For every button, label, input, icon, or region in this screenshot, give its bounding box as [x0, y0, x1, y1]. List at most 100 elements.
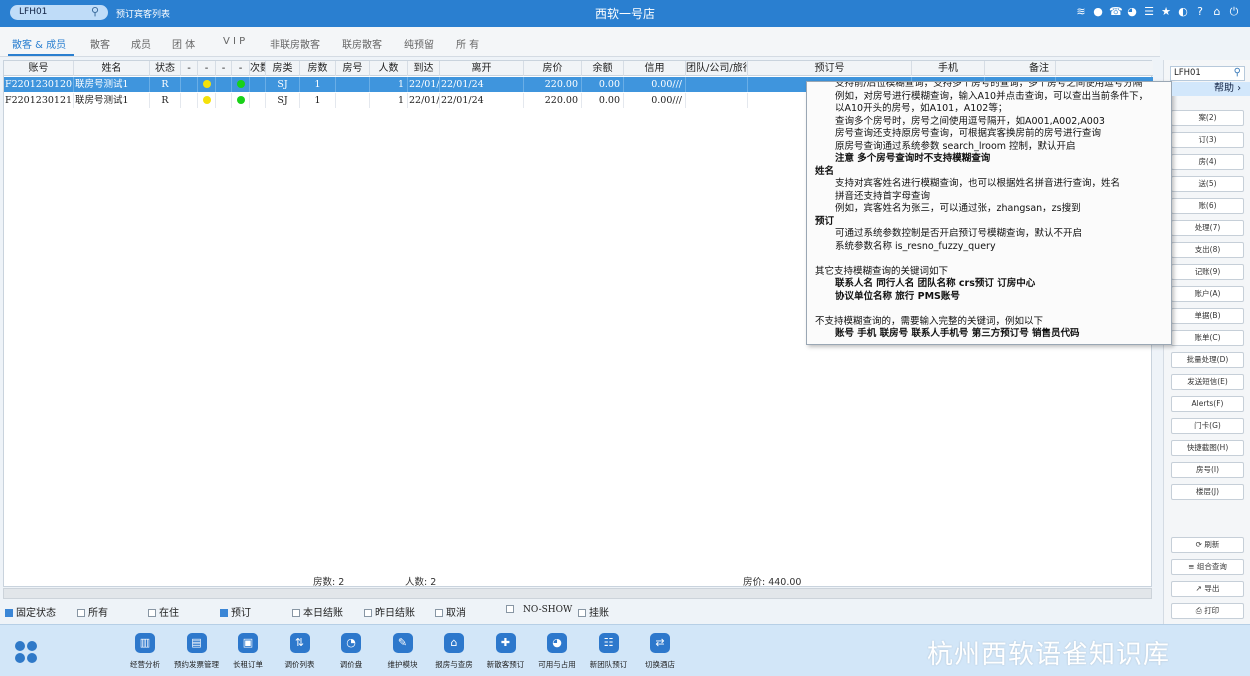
search-icon[interactable]: ⚲: [1234, 66, 1241, 79]
dock-item[interactable]: ☷ 新团队预订: [585, 633, 633, 670]
search-icon[interactable]: ⚲: [91, 4, 99, 19]
dock-item[interactable]: ▣ 长租订单: [224, 633, 272, 670]
home-icon[interactable]: ⌂: [1211, 5, 1223, 19]
tab-8[interactable]: 所 有: [456, 36, 479, 51]
action-button[interactable]: 送(5): [1171, 176, 1244, 192]
app-grid-icon[interactable]: [15, 641, 37, 663]
action-button[interactable]: 记账(9): [1171, 264, 1244, 280]
action-button[interactable]: 房号(I): [1171, 462, 1244, 478]
quick-search-input[interactable]: LFH01 ⚲: [1170, 66, 1245, 81]
column-header[interactable]: -: [198, 61, 216, 76]
theme-icon[interactable]: ◐: [1177, 5, 1189, 19]
column-header[interactable]: 余额: [582, 61, 624, 76]
tab-4[interactable]: V I P: [223, 36, 245, 47]
action-button[interactable]: 单据(B): [1171, 308, 1244, 324]
phone-icon[interactable]: ☎: [1109, 5, 1123, 19]
help-icon[interactable]: ?: [1194, 5, 1206, 19]
action-button[interactable]: 快捷截图(H): [1171, 440, 1244, 456]
column-header[interactable]: -: [181, 61, 198, 76]
checkbox-icon[interactable]: [364, 609, 372, 617]
checkbox-icon[interactable]: [5, 609, 13, 617]
dock-item[interactable]: ▤ 预约发票管理: [173, 633, 221, 670]
filter-checkbox[interactable]: 本日结账: [292, 604, 343, 619]
filter-checkbox[interactable]: NO-SHOW: [506, 604, 572, 615]
column-header[interactable]: 信用: [624, 61, 686, 76]
checkbox-icon[interactable]: [435, 609, 443, 617]
filter-checkbox[interactable]: 挂账: [578, 604, 609, 619]
star-icon[interactable]: ★: [1160, 5, 1172, 19]
help-line: 注意 多个房号查询时不支持模糊查询: [835, 153, 991, 164]
action-button[interactable]: 楼层(J): [1171, 484, 1244, 500]
action-button[interactable]: 门卡(G): [1171, 418, 1244, 434]
export-button[interactable]: ↗ 导出: [1171, 581, 1244, 597]
tab-6[interactable]: 联房散客: [342, 36, 382, 51]
column-header[interactable]: -: [216, 61, 232, 76]
action-button[interactable]: 支出(8): [1171, 242, 1244, 258]
tab-5[interactable]: 非联房散客: [270, 36, 320, 51]
wifi-icon[interactable]: ≋: [1075, 5, 1087, 19]
column-header[interactable]: 房号: [336, 61, 370, 76]
column-header[interactable]: 房价: [524, 61, 582, 76]
checkbox-icon[interactable]: [220, 609, 228, 617]
tab-2[interactable]: 成员: [131, 36, 151, 51]
action-button[interactable]: 账单(C): [1171, 330, 1244, 346]
tab-7[interactable]: 纯预留: [404, 36, 434, 51]
action-button[interactable]: 房(4): [1171, 154, 1244, 170]
column-header[interactable]: 人数: [370, 61, 408, 76]
column-header[interactable]: 房数: [300, 61, 336, 76]
filter-checkbox[interactable]: 固定状态: [5, 604, 56, 619]
column-header[interactable]: 到达: [408, 61, 440, 76]
checkbox-icon[interactable]: [292, 609, 300, 617]
filter-checkbox[interactable]: 昨日结账: [364, 604, 415, 619]
column-header[interactable]: 团队/公司/旅行社/订房中心: [686, 61, 748, 76]
checkbox-icon[interactable]: [148, 609, 156, 617]
action-button[interactable]: 订(3): [1171, 132, 1244, 148]
checkbox-icon[interactable]: [506, 605, 514, 613]
dock-item[interactable]: ◕ 可用与占用: [533, 633, 581, 670]
column-header[interactable]: -: [232, 61, 250, 76]
hotel-search-input[interactable]: LFH01 ⚲: [10, 5, 108, 20]
filter-checkbox[interactable]: 所有: [77, 604, 108, 619]
column-header[interactable]: 账号: [4, 61, 74, 76]
column-header[interactable]: 姓名: [74, 61, 150, 76]
horizontal-scrollbar[interactable]: [3, 588, 1152, 599]
column-header[interactable]: 状态: [150, 61, 181, 76]
column-header[interactable]: 预订号: [748, 61, 912, 76]
tab-0[interactable]: 散客 & 成员: [12, 36, 66, 51]
dock-item[interactable]: ⇅ 调价列表: [276, 633, 324, 670]
dock-item[interactable]: ⇄ 切换酒店: [636, 633, 684, 670]
filter-checkbox[interactable]: 在住: [148, 604, 179, 619]
column-header[interactable]: 手机: [912, 61, 985, 76]
chat-icon[interactable]: ●: [1092, 5, 1104, 19]
action-button[interactable]: Alerts(F): [1171, 396, 1244, 412]
tab-3[interactable]: 团 体: [172, 36, 195, 51]
help-button[interactable]: 帮助 ›: [1172, 82, 1250, 96]
button-label: 导出: [1204, 584, 1220, 593]
power-icon[interactable]: ⏻: [1228, 5, 1240, 19]
print-button[interactable]: ⎙ 打印: [1171, 603, 1244, 619]
action-button[interactable]: 账(6): [1171, 198, 1244, 214]
action-button[interactable]: 批量处理(D): [1171, 352, 1244, 368]
combined-query-button[interactable]: ≡ 组合查询: [1171, 559, 1244, 575]
palette-icon[interactable]: ◕: [1126, 5, 1138, 19]
menu-icon[interactable]: ☰: [1143, 5, 1155, 19]
column-header[interactable]: 次数: [250, 61, 266, 76]
column-header[interactable]: 离开: [440, 61, 524, 76]
action-button[interactable]: 处理(7): [1171, 220, 1244, 236]
filter-checkbox[interactable]: 预订: [220, 604, 251, 619]
action-button[interactable]: 账户(A): [1171, 286, 1244, 302]
filter-checkbox[interactable]: 取消: [435, 604, 466, 619]
column-header[interactable]: 房类: [266, 61, 300, 76]
dock-item[interactable]: ◔ 调价盘: [327, 633, 375, 670]
dock-item[interactable]: ✎ 维护模块: [379, 633, 427, 670]
action-button[interactable]: 发送短信(E): [1171, 374, 1244, 390]
dock-item[interactable]: ▥ 经营分析: [121, 633, 169, 670]
dock-item[interactable]: ✚ 新散客预订: [482, 633, 530, 670]
dock-item[interactable]: ⌂ 报房与查房: [430, 633, 478, 670]
action-button[interactable]: 案(2): [1171, 110, 1244, 126]
column-header[interactable]: 备注: [985, 61, 1056, 76]
checkbox-icon[interactable]: [77, 609, 85, 617]
tab-1[interactable]: 散客: [90, 36, 110, 51]
checkbox-icon[interactable]: [578, 609, 586, 617]
refresh-button[interactable]: ⟳ 刷新: [1171, 537, 1244, 553]
